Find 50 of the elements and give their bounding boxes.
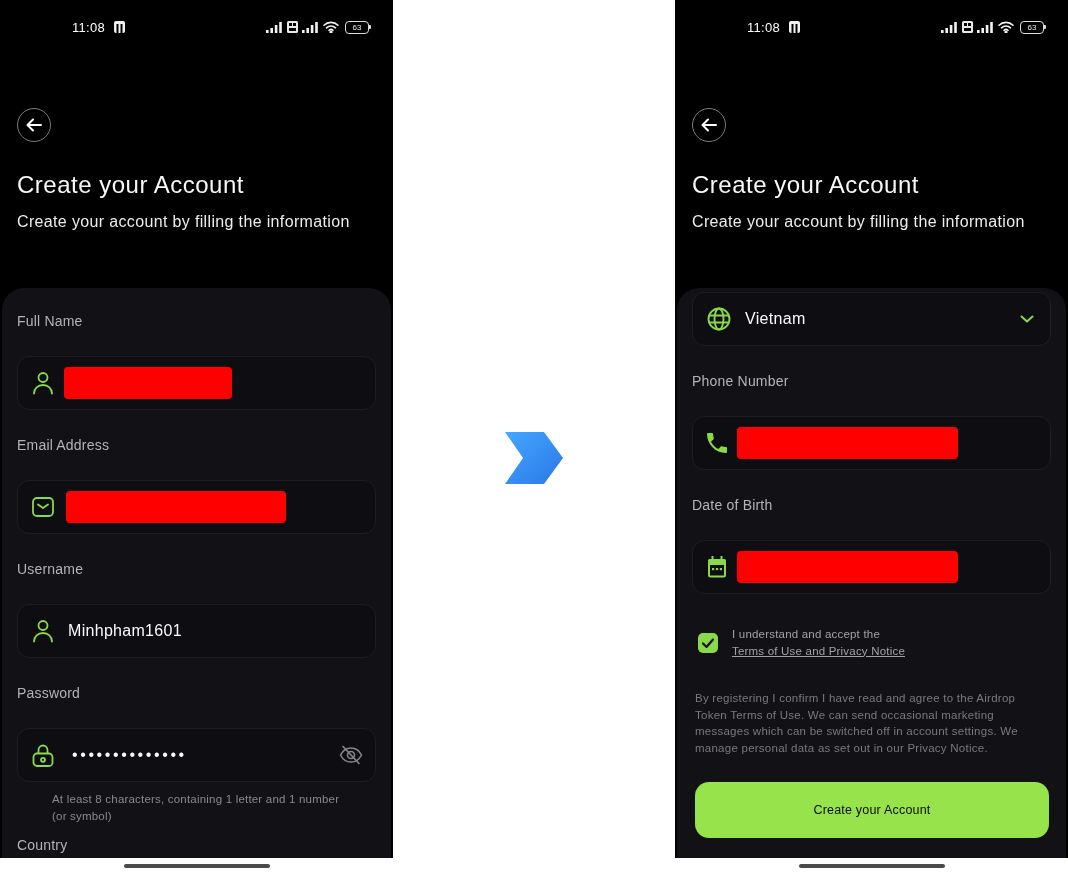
wifi-icon: [998, 21, 1014, 33]
chevron-down-icon[interactable]: [1020, 315, 1034, 323]
notice-text: By registering I confirm I have read and agree to the Airdrop Token Terms of Use. We can send occasional marketing messages which can be switched off in account settings. We manage personal data as set out in our Privacy Notice.: [694, 691, 1019, 756]
name-input-field[interactable]: [17, 356, 376, 410]
field-label: Password: [17, 685, 81, 702]
page-title: Create your Account: [17, 170, 244, 200]
field-label: Country: [17, 837, 68, 854]
country-dropdown[interactable]: Vietnam: [692, 292, 1051, 346]
field-label: Phone Number: [692, 373, 789, 390]
status-time: 11:08: [72, 19, 106, 35]
page-subtitle: Create your account by filling the information: [692, 212, 1025, 232]
username-input-field[interactable]: Minhpham1601: [17, 604, 376, 658]
signal-icon: [977, 21, 994, 33]
back-arrow-icon: [701, 118, 717, 132]
back-arrow-icon: [26, 118, 42, 132]
password-input-field[interactable]: ••••••••••••••: [17, 728, 376, 782]
person-icon: [32, 619, 54, 643]
field-label: Date of Birth: [692, 497, 773, 514]
phone-input-field[interactable]: [692, 416, 1051, 470]
checkbox[interactable]: [698, 632, 718, 653]
page-subtitle: Create your account by filling the information: [17, 212, 350, 232]
field-label: Full Name: [17, 313, 83, 330]
signal-icon: [266, 21, 283, 33]
app-notification-icon: [114, 21, 126, 33]
network-type-icon: [962, 21, 973, 33]
battery-indicator: 63: [345, 20, 371, 34]
consent-text: I understand and accept the Terms of Use and Privacy Notice: [732, 627, 906, 659]
mail-icon: [32, 497, 54, 517]
battery-indicator: 63: [1020, 20, 1046, 34]
field-label: Username: [17, 561, 84, 578]
page-title: Create your Account: [692, 170, 919, 200]
chevron-arrow-icon: [505, 432, 563, 484]
signal-icon: [302, 21, 319, 33]
email-input-field[interactable]: [17, 480, 376, 534]
calendar-icon: [707, 556, 727, 578]
date-input-field[interactable]: [692, 540, 1051, 594]
field-label: Email Address: [17, 437, 110, 454]
password-hint: At least 8 characters, containing 1 letter and 1 number (or symbol): [51, 792, 341, 824]
status-time: 11:08: [747, 19, 781, 35]
phone-icon: [707, 433, 727, 453]
wifi-icon: [323, 21, 339, 33]
globe-icon: [707, 307, 731, 331]
create-account-button[interactable]: Create your Account: [695, 782, 1049, 838]
app-notification-icon: [789, 21, 801, 33]
person-icon: [32, 371, 54, 395]
terms-link[interactable]: Terms of Use and Privacy Notice: [732, 644, 905, 657]
network-type-icon: [287, 21, 298, 33]
signal-icon: [941, 21, 958, 33]
lock-icon: [32, 743, 54, 767]
eye-slash-icon[interactable]: [339, 745, 363, 765]
